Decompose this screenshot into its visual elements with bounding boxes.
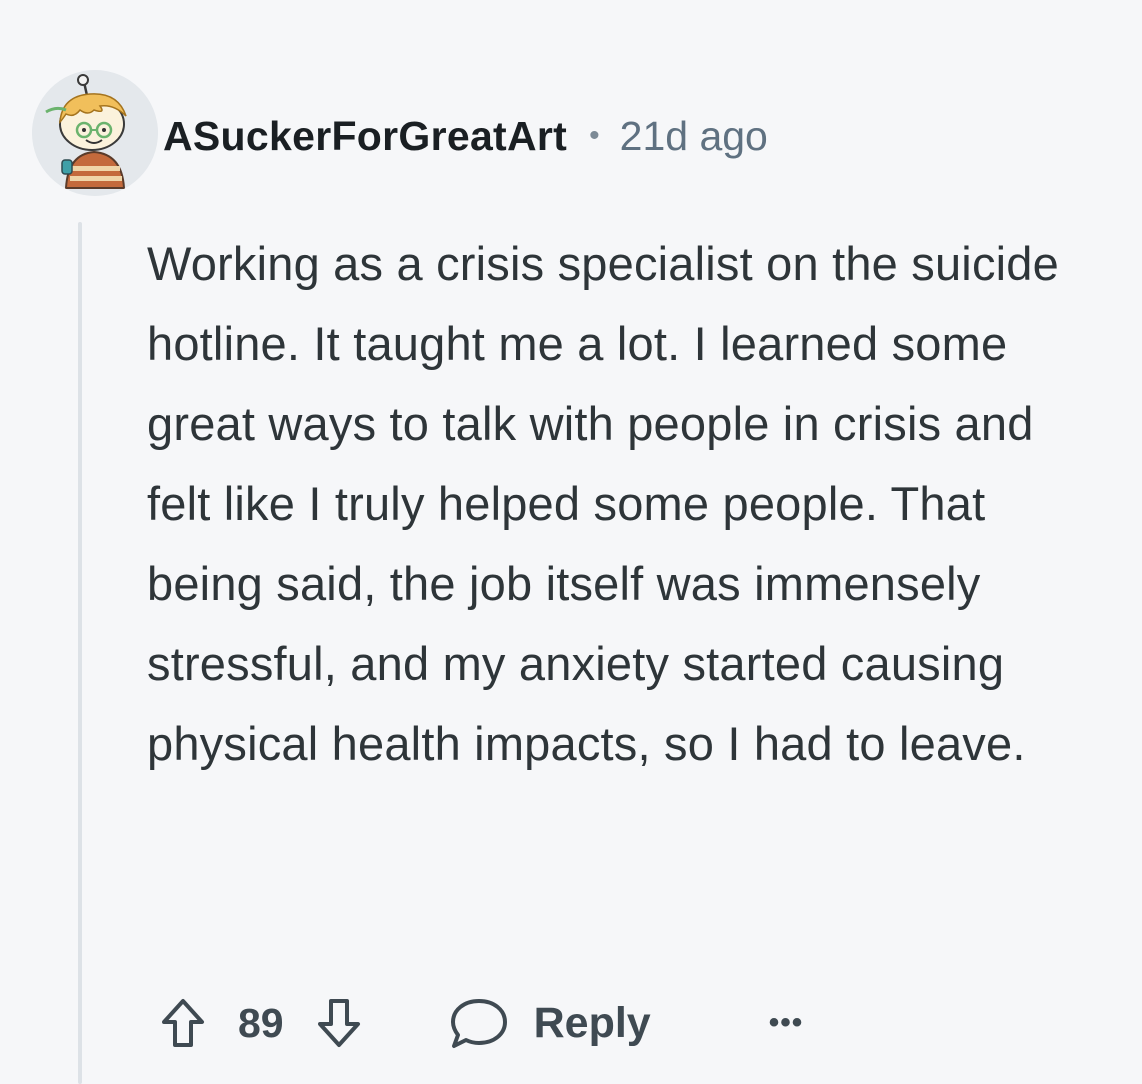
reply-button[interactable]: Reply [448, 996, 651, 1050]
comment-header: ASuckerForGreatArt • 21d ago [163, 108, 768, 164]
vote-count: 89 [238, 999, 284, 1046]
comment: ASuckerForGreatArt • 21d ago Working as … [0, 0, 1142, 1084]
more-options-button[interactable]: ••• [769, 1006, 804, 1040]
reply-label: Reply [533, 998, 651, 1047]
comment-actions: 89 Reply ••• [160, 988, 803, 1058]
username[interactable]: ASuckerForGreatArt [163, 113, 567, 160]
speech-bubble-icon [448, 996, 510, 1050]
comment-body: Working as a crisis specialist on the su… [147, 237, 1059, 770]
thread-line[interactable] [78, 222, 82, 1084]
user-avatar[interactable] [32, 70, 158, 196]
upvote-arrow-icon[interactable] [160, 997, 206, 1049]
timestamp[interactable]: 21d ago [620, 113, 768, 160]
avatar-image [32, 70, 158, 196]
separator-dot: • [589, 119, 600, 152]
downvote-arrow-icon[interactable] [316, 997, 362, 1049]
